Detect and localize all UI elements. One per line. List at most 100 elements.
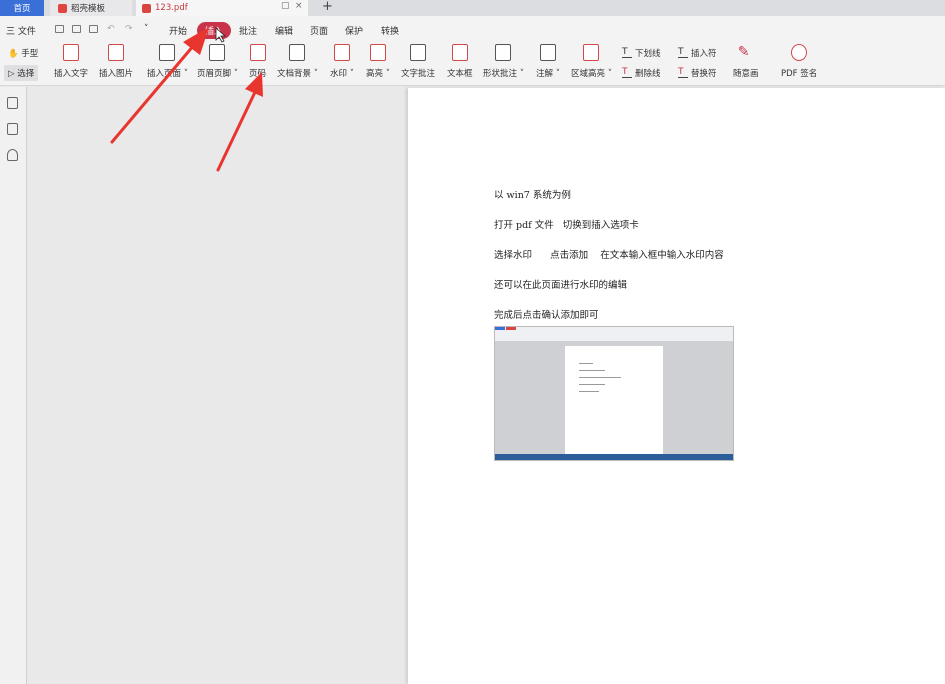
screenshot-text-line (579, 377, 621, 378)
textbox-icon (451, 44, 468, 61)
doc-background-button[interactable]: 文档背景 ˅ (277, 44, 318, 79)
textbox-button[interactable]: 文本框 (447, 44, 473, 79)
menu-page[interactable]: 页面 (310, 24, 328, 37)
area-highlight-button[interactable]: 区域高亮 ˅ (571, 44, 612, 79)
pdf-page: 以 win7 系统为例 打开 pdf 文件 切换到插入选项卡 选择水印 点击添加… (408, 88, 945, 684)
signature-icon (791, 44, 808, 61)
new-tab-icon[interactable]: + (322, 0, 333, 14)
insert-page-button[interactable]: 插入页面 ˅ (147, 44, 188, 79)
header-footer-button[interactable]: 页眉页脚 ˅ (197, 44, 238, 79)
menu-protect[interactable]: 保护 (345, 24, 363, 37)
screenshot-tab-2 (506, 327, 516, 330)
header-footer-icon (209, 44, 226, 61)
insert-text-button[interactable]: 插入文字 (54, 44, 88, 79)
insert-page-icon (159, 44, 176, 61)
background-icon (289, 44, 306, 61)
screenshot-toolbar (495, 327, 733, 341)
insert-image-label: 插入图片 (99, 69, 134, 79)
left-sidebar (0, 87, 27, 684)
menu-convert[interactable]: 转换 (381, 24, 399, 37)
line-shape-icon (495, 44, 512, 61)
screenshot-text-line (579, 370, 605, 371)
shape-comment-label: 形状批注 ˅ (483, 69, 524, 79)
replace-mark-icon: T (678, 68, 688, 78)
print-icon[interactable] (89, 25, 98, 33)
insert-mark-icon: T (678, 48, 688, 58)
note-button[interactable]: 注解 ˅ (536, 44, 560, 79)
select-mode-button[interactable]: ▷ 选择 (4, 65, 39, 81)
replace-mark-button[interactable]: T 替换符 (678, 67, 717, 79)
insert-text-icon (63, 44, 79, 61)
watermark-label: 水印 ˅ (330, 69, 354, 79)
highlight-button[interactable]: 高亮 ˅ (366, 44, 390, 79)
watermark-icon (333, 44, 350, 61)
watermark-button[interactable]: 水印 ˅ (330, 44, 354, 79)
doc-line-3: 选择水印 点击添加 在文本输入框中输入水印内容 (494, 250, 724, 261)
pdf-sign-button[interactable]: PDF 签名 (781, 44, 817, 79)
tab-close-icon[interactable]: × (295, 1, 303, 11)
page-number-button[interactable]: 页码 (249, 44, 266, 79)
screenshot-tab (495, 327, 505, 330)
menu-row: 三 文件 ↶ ↷ ˅ 开始 插入 批注 编辑 页面 保护 转换 (0, 16, 945, 42)
tab-template[interactable]: 稻壳模板 (50, 0, 132, 16)
open-icon[interactable] (55, 25, 64, 33)
doc-line-5: 完成后点击确认添加即可 (494, 310, 599, 321)
underline-icon: T (622, 48, 632, 58)
menu-insert[interactable]: 插入 (197, 22, 232, 39)
insert-mark-label: 插入符 (691, 49, 717, 59)
menu-annotate[interactable]: 批注 (239, 24, 257, 37)
page-number-label: 页码 (249, 69, 267, 79)
highlight-icon (369, 44, 386, 61)
doc-line-1: 以 win7 系统为例 (494, 190, 571, 201)
screenshot-page (565, 346, 663, 456)
tab-window-icon[interactable]: ▢ (281, 1, 290, 11)
pdf-sign-label: PDF 签名 (781, 69, 818, 79)
underline-label: 下划线 (635, 49, 661, 59)
pen-icon: ✎ (737, 44, 750, 60)
shape-comment-button[interactable]: 形状批注 ˅ (483, 44, 524, 79)
area-highlight-icon (583, 44, 600, 61)
underline-button[interactable]: T 下划线 (622, 47, 661, 59)
tab-home[interactable]: 首页 (0, 0, 44, 16)
customize-dropdown-icon[interactable]: ˅ (144, 24, 149, 34)
docer-icon (58, 3, 67, 13)
screenshot-text-line (579, 391, 599, 392)
embedded-screenshot-image (494, 326, 734, 461)
note-icon (539, 44, 556, 61)
freehand-label: 随意画 (733, 69, 759, 79)
freehand-button[interactable]: ✎ 随意画 (733, 44, 759, 79)
page-number-icon (249, 44, 266, 61)
save-icon[interactable] (72, 25, 81, 33)
insert-mark-button[interactable]: T 插入符 (678, 47, 717, 59)
note-label: 注解 ˅ (536, 69, 560, 79)
menu-edit[interactable]: 编辑 (275, 24, 293, 37)
insert-text-label: 插入文字 (54, 69, 89, 79)
insert-image-button[interactable]: 插入图片 (99, 44, 133, 79)
file-menu[interactable]: 三 文件 (6, 24, 36, 37)
doc-line-4: 还可以在此页面进行水印的编辑 (494, 280, 628, 291)
insert-page-label: 插入页面 ˅ (147, 69, 188, 79)
text-comment-button[interactable]: 文字批注 (401, 44, 435, 79)
hand-mode-label: 手型 (21, 49, 39, 59)
text-comment-icon (410, 44, 426, 61)
textbox-label: 文本框 (447, 69, 473, 79)
redo-icon[interactable]: ↷ (125, 24, 133, 34)
undo-icon[interactable]: ↶ (107, 24, 115, 34)
tab-template-label: 稻壳模板 (71, 4, 106, 14)
pdf-file-icon (142, 3, 151, 13)
select-mode-label: 选择 (17, 69, 35, 79)
area-highlight-label: 区域高亮 ˅ (571, 69, 612, 79)
text-comment-label: 文字批注 (401, 69, 436, 79)
thumbnail-icon[interactable] (7, 123, 18, 135)
highlight-label: 高亮 ˅ (366, 69, 390, 79)
menu-start[interactable]: 开始 (169, 24, 187, 37)
annotation-icon[interactable] (7, 149, 18, 161)
tab-home-label: 首页 (13, 4, 31, 14)
header-footer-label: 页眉页脚 ˅ (197, 69, 238, 79)
strikethrough-button[interactable]: T 删除线 (622, 67, 661, 79)
insert-ribbon: ✋ 手型 ▷ 选择 插入文字 插入图片 插入页面 ˅ 页眉页脚 ˅ 页码 文档背… (0, 42, 945, 86)
image-icon (108, 44, 124, 61)
doc-background-label: 文档背景 ˅ (277, 69, 318, 79)
hand-mode-button[interactable]: ✋ 手型 (4, 45, 42, 61)
bookmark-icon[interactable] (7, 97, 18, 109)
